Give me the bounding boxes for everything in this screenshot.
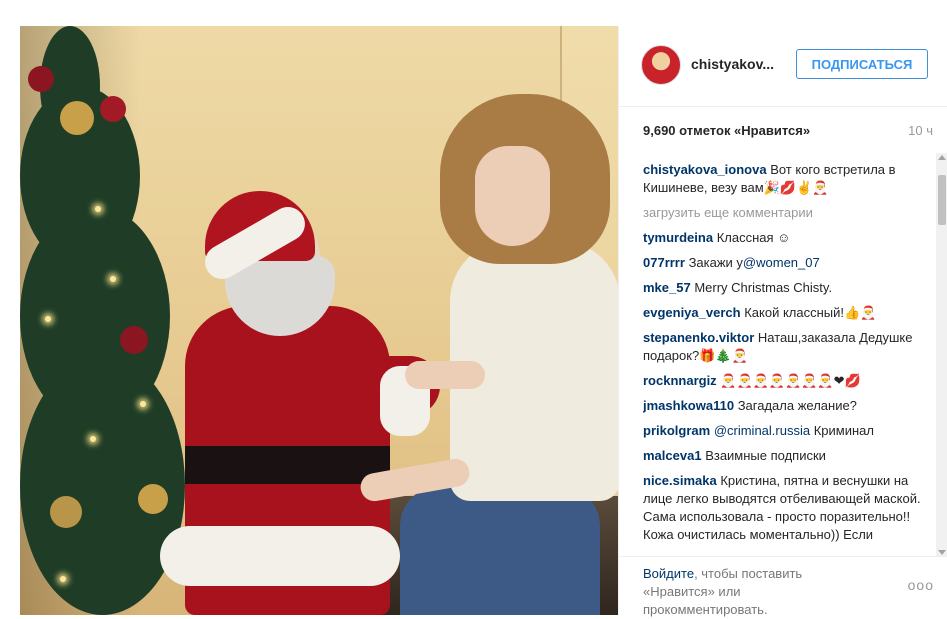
post-time[interactable]: 10 ч [908,123,933,138]
comment-user[interactable]: nice.simaka [643,473,717,488]
woman-arm [405,361,485,389]
comment-text: Криминал [813,423,874,438]
top-bar [0,0,947,26]
comment-user[interactable]: chistyakova_ionova [643,162,767,177]
comment-user[interactable]: malceva1 [643,448,702,463]
comment-mention[interactable]: @criminal.russia [714,423,810,438]
comment-user[interactable]: jmashkowa110 [643,398,734,413]
comment-text: 🎅🎅🎅🎅🎅🎅🎅❤💋 [720,373,861,388]
comment-text: Загадала желание? [737,398,857,413]
comment-item: nice.simaka Кристина, пятна и веснушки н… [643,472,933,544]
caption: chistyakova_ionova Вот кого встретила в … [643,161,933,197]
comment-text: Взаимные подписки [705,448,826,463]
scroll-down-arrow-icon[interactable] [938,550,946,555]
comment-item: evgeniya_verch Какой классный!👍🎅 [643,304,933,322]
comment-item: prikolgram @criminal.russia Криминал [643,422,933,440]
comment-text: Закажи у [688,255,743,270]
woman-jeans [400,486,600,615]
comment-user[interactable]: evgeniya_verch [643,305,741,320]
santa-belt [185,446,390,484]
load-more-comments-link[interactable]: загрузить еще комментарии [643,204,933,222]
comment-text: Какой классный!👍🎅 [744,305,877,320]
avatar[interactable] [641,45,681,85]
more-options-icon[interactable]: ooo [908,577,934,593]
likes-count[interactable]: 9,690 отметок «Нравится» [643,123,810,138]
comment-text: Классная ☺ [716,230,791,245]
comment-user[interactable]: 077rrrr [643,255,685,270]
login-prompt: Войдите, чтобы поставить «Нравится» или … [643,565,843,619]
username-link[interactable]: chistyakov... [691,56,781,72]
comment-user[interactable]: tymurdeina [643,230,713,245]
post-header: chistyakov... ПОДПИСАТЬСЯ [619,26,947,107]
post-footer: Войдите, чтобы поставить «Нравится» или … [619,556,947,619]
comments-list: chistyakova_ionova Вот кого встретила в … [643,161,933,561]
comment-user[interactable]: mke_57 [643,280,691,295]
comment-item: rocknnargiz 🎅🎅🎅🎅🎅🎅🎅❤💋 [643,372,933,390]
woman-face [475,146,550,246]
comment-item: 077rrrr Закажи у@women_07 [643,254,933,272]
christmas-tree [20,26,190,615]
scroll-up-arrow-icon[interactable] [938,155,946,160]
comment-mention[interactable]: @women_07 [743,255,820,270]
post-side-panel: chistyakov... ПОДПИСАТЬСЯ 9,690 отметок … [618,26,947,619]
follow-button[interactable]: ПОДПИСАТЬСЯ [796,49,928,79]
comment-user[interactable]: prikolgram [643,423,710,438]
comment-user[interactable]: stepanenko.viktor [643,330,754,345]
comment-user[interactable]: rocknnargiz [643,373,717,388]
comment-item: stepanenko.viktor Наташ,заказала Дедушке… [643,329,933,365]
santa-fur-trim [160,526,400,586]
login-link[interactable]: Войдите [643,566,694,581]
post-photo[interactable] [20,26,618,615]
likes-row: 9,690 отметок «Нравится» 10 ч [643,123,933,143]
scroll-thumb[interactable] [938,175,946,225]
comment-item: malceva1 Взаимные подписки [643,447,933,465]
comment-item: tymurdeina Классная ☺ [643,229,933,247]
comment-text: Merry Christmas Chisty. [694,280,833,295]
comment-item: jmashkowa110 Загадала желание? [643,397,933,415]
comments-scrollbar[interactable] [936,153,947,557]
comment-item: mke_57 Merry Christmas Chisty. [643,279,933,297]
